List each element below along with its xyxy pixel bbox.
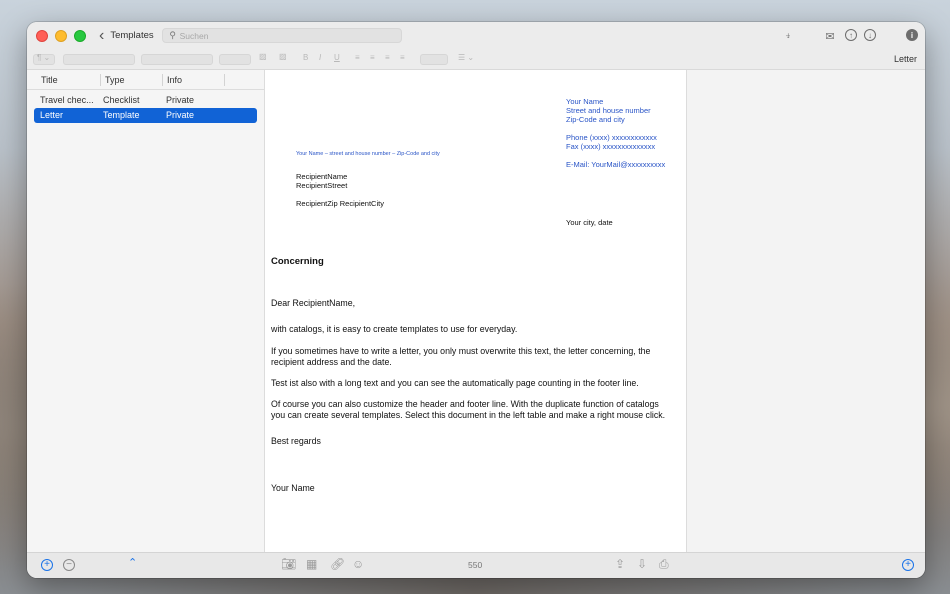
info-icon[interactable]: i	[906, 29, 918, 41]
column-divider[interactable]	[100, 74, 101, 86]
align-center-icon[interactable]: ≡	[370, 53, 375, 62]
sender-email: E-Mail: YourMail@xxxxxxxxxx	[566, 160, 666, 169]
body-paragraph-2-line-1: If you sometimes have to write a letter,…	[271, 346, 651, 356]
upload-arrow-icon[interactable]: ↑	[845, 29, 857, 41]
column-divider[interactable]	[162, 74, 163, 86]
document-name-label: Letter	[893, 54, 917, 64]
inspector-pane	[687, 70, 925, 552]
italic-icon[interactable]: I	[319, 53, 321, 62]
row-info: Private	[166, 95, 195, 105]
back-chevron-icon[interactable]: ‹	[99, 27, 104, 44]
table-row[interactable]: Travel chec... Checklist Private	[34, 93, 257, 108]
body-paragraph-4-line-2: you can create several templates. Select…	[271, 410, 666, 420]
search-icon: ⚲	[169, 30, 176, 40]
signature: Your Name	[271, 483, 315, 493]
recipient-name: RecipientName	[296, 172, 348, 181]
body-paragraph-3: Test ist also with a long text and you c…	[271, 378, 639, 388]
minimize-window-button[interactable]	[55, 29, 67, 42]
bold-icon[interactable]: B	[303, 53, 308, 62]
templates-sidebar: Title Type Info Travel chec... Checklist…	[27, 70, 265, 552]
column-header-title[interactable]: Title	[41, 75, 58, 85]
table-icon[interactable]: ▦	[306, 558, 317, 570]
chevron-up-icon[interactable]: ⌃	[128, 558, 137, 569]
print-icon[interactable]: ⎙	[659, 558, 669, 570]
table-row-selected[interactable]: Letter Template Private	[34, 108, 257, 123]
sender-zip-city: Zip-Code and city	[566, 115, 625, 124]
search-placeholder: Suchen	[179, 30, 209, 41]
search-field[interactable]: ⚲ Suchen	[161, 28, 402, 43]
row-type: Checklist	[103, 95, 140, 105]
letter-document[interactable]: Your Name Street and house number Zip-Co…	[265, 70, 687, 552]
closing: Best regards	[271, 436, 321, 446]
share-icon[interactable]: ⇪	[615, 558, 625, 570]
salutation: Dear RecipientName,	[271, 298, 356, 308]
body-paragraph-4-line-1: Of course you can also customize the hea…	[271, 399, 659, 409]
window-controls	[36, 29, 86, 42]
zoom-window-button[interactable]	[74, 29, 86, 42]
format-toolbar: ¶ ⌄ ▨ ▨ B I U ≡ ≡ ≡ ≡ ☰ ⌄ Letter	[27, 49, 925, 70]
underline-icon[interactable]: U	[334, 53, 340, 62]
font-family-popup[interactable]	[63, 54, 135, 65]
city-date: Your city, date	[566, 218, 613, 227]
body-paragraph-2-line-2: recipient address and the date.	[271, 357, 392, 367]
return-address-line: Your Name – street and house number – Zi…	[296, 151, 440, 157]
location-pin-icon[interactable]: ⍖	[781, 29, 795, 43]
pilcrow-icon: ¶ ⌄	[37, 53, 51, 62]
column-header-info[interactable]: Info	[167, 75, 182, 85]
background-color-icon[interactable]: ▨	[279, 52, 287, 61]
window-title: Templates	[110, 30, 154, 41]
column-header-type[interactable]: Type	[105, 75, 125, 85]
align-right-icon[interactable]: ≡	[385, 53, 390, 62]
row-title: Travel chec...	[40, 95, 94, 105]
concerning-heading: Concerning	[271, 256, 324, 267]
link-icon[interactable]: 🔗︎	[330, 558, 345, 570]
word-count: 550	[468, 560, 483, 570]
import-icon[interactable]: ⇩	[637, 558, 647, 570]
app-window: ‹ Templates ⚲ Suchen ⍖ ✉ ↑ ↓ i ¶ ⌄ ▨ ▨ B…	[27, 22, 925, 578]
sender-fax: Fax (xxxx) xxxxxxxxxxxxxx	[566, 142, 656, 151]
add-attachment-button[interactable]: +	[902, 559, 914, 571]
row-info: Private	[166, 110, 195, 120]
line-spacing-popup[interactable]	[420, 54, 448, 65]
table-header: Title Type Info	[27, 70, 264, 90]
column-divider[interactable]	[224, 74, 225, 86]
font-size-popup[interactable]	[219, 54, 251, 65]
row-type: Template	[103, 110, 140, 120]
row-title: Letter	[40, 110, 64, 120]
remove-template-button[interactable]: −	[63, 559, 75, 571]
align-left-icon[interactable]: ≡	[355, 53, 360, 62]
recipient-street: RecipientStreet	[296, 181, 348, 190]
emoji-icon[interactable]: ☺	[352, 558, 364, 570]
list-style-icon[interactable]: ☰ ⌄	[458, 53, 474, 62]
download-arrow-icon[interactable]: ↓	[864, 29, 876, 41]
titlebar: ‹ Templates ⚲ Suchen ⍖ ✉ ↑ ↓ i	[27, 22, 925, 49]
mail-icon[interactable]: ✉	[823, 29, 837, 43]
bottom-toolbar: + − ⌃ 📷︎ ▦ 🔗︎ ☺ 550 ⇪ ⇩ ⎙ +	[27, 552, 925, 578]
font-style-popup[interactable]	[141, 54, 213, 65]
text-color-icon[interactable]: ▨	[259, 52, 267, 61]
body-paragraph-1: with catalogs, it is easy to create temp…	[271, 324, 518, 334]
sender-street: Street and house number	[566, 106, 651, 115]
add-template-button[interactable]: +	[41, 559, 53, 571]
sender-phone: Phone (xxxx) xxxxxxxxxxxx	[566, 133, 657, 142]
align-justify-icon[interactable]: ≡	[400, 53, 405, 62]
close-window-button[interactable]	[36, 29, 48, 42]
recipient-zip-city: RecipientZip RecipientCity	[296, 199, 384, 208]
camera-icon[interactable]: 📷︎	[281, 558, 296, 570]
sender-name: Your Name	[566, 97, 604, 106]
